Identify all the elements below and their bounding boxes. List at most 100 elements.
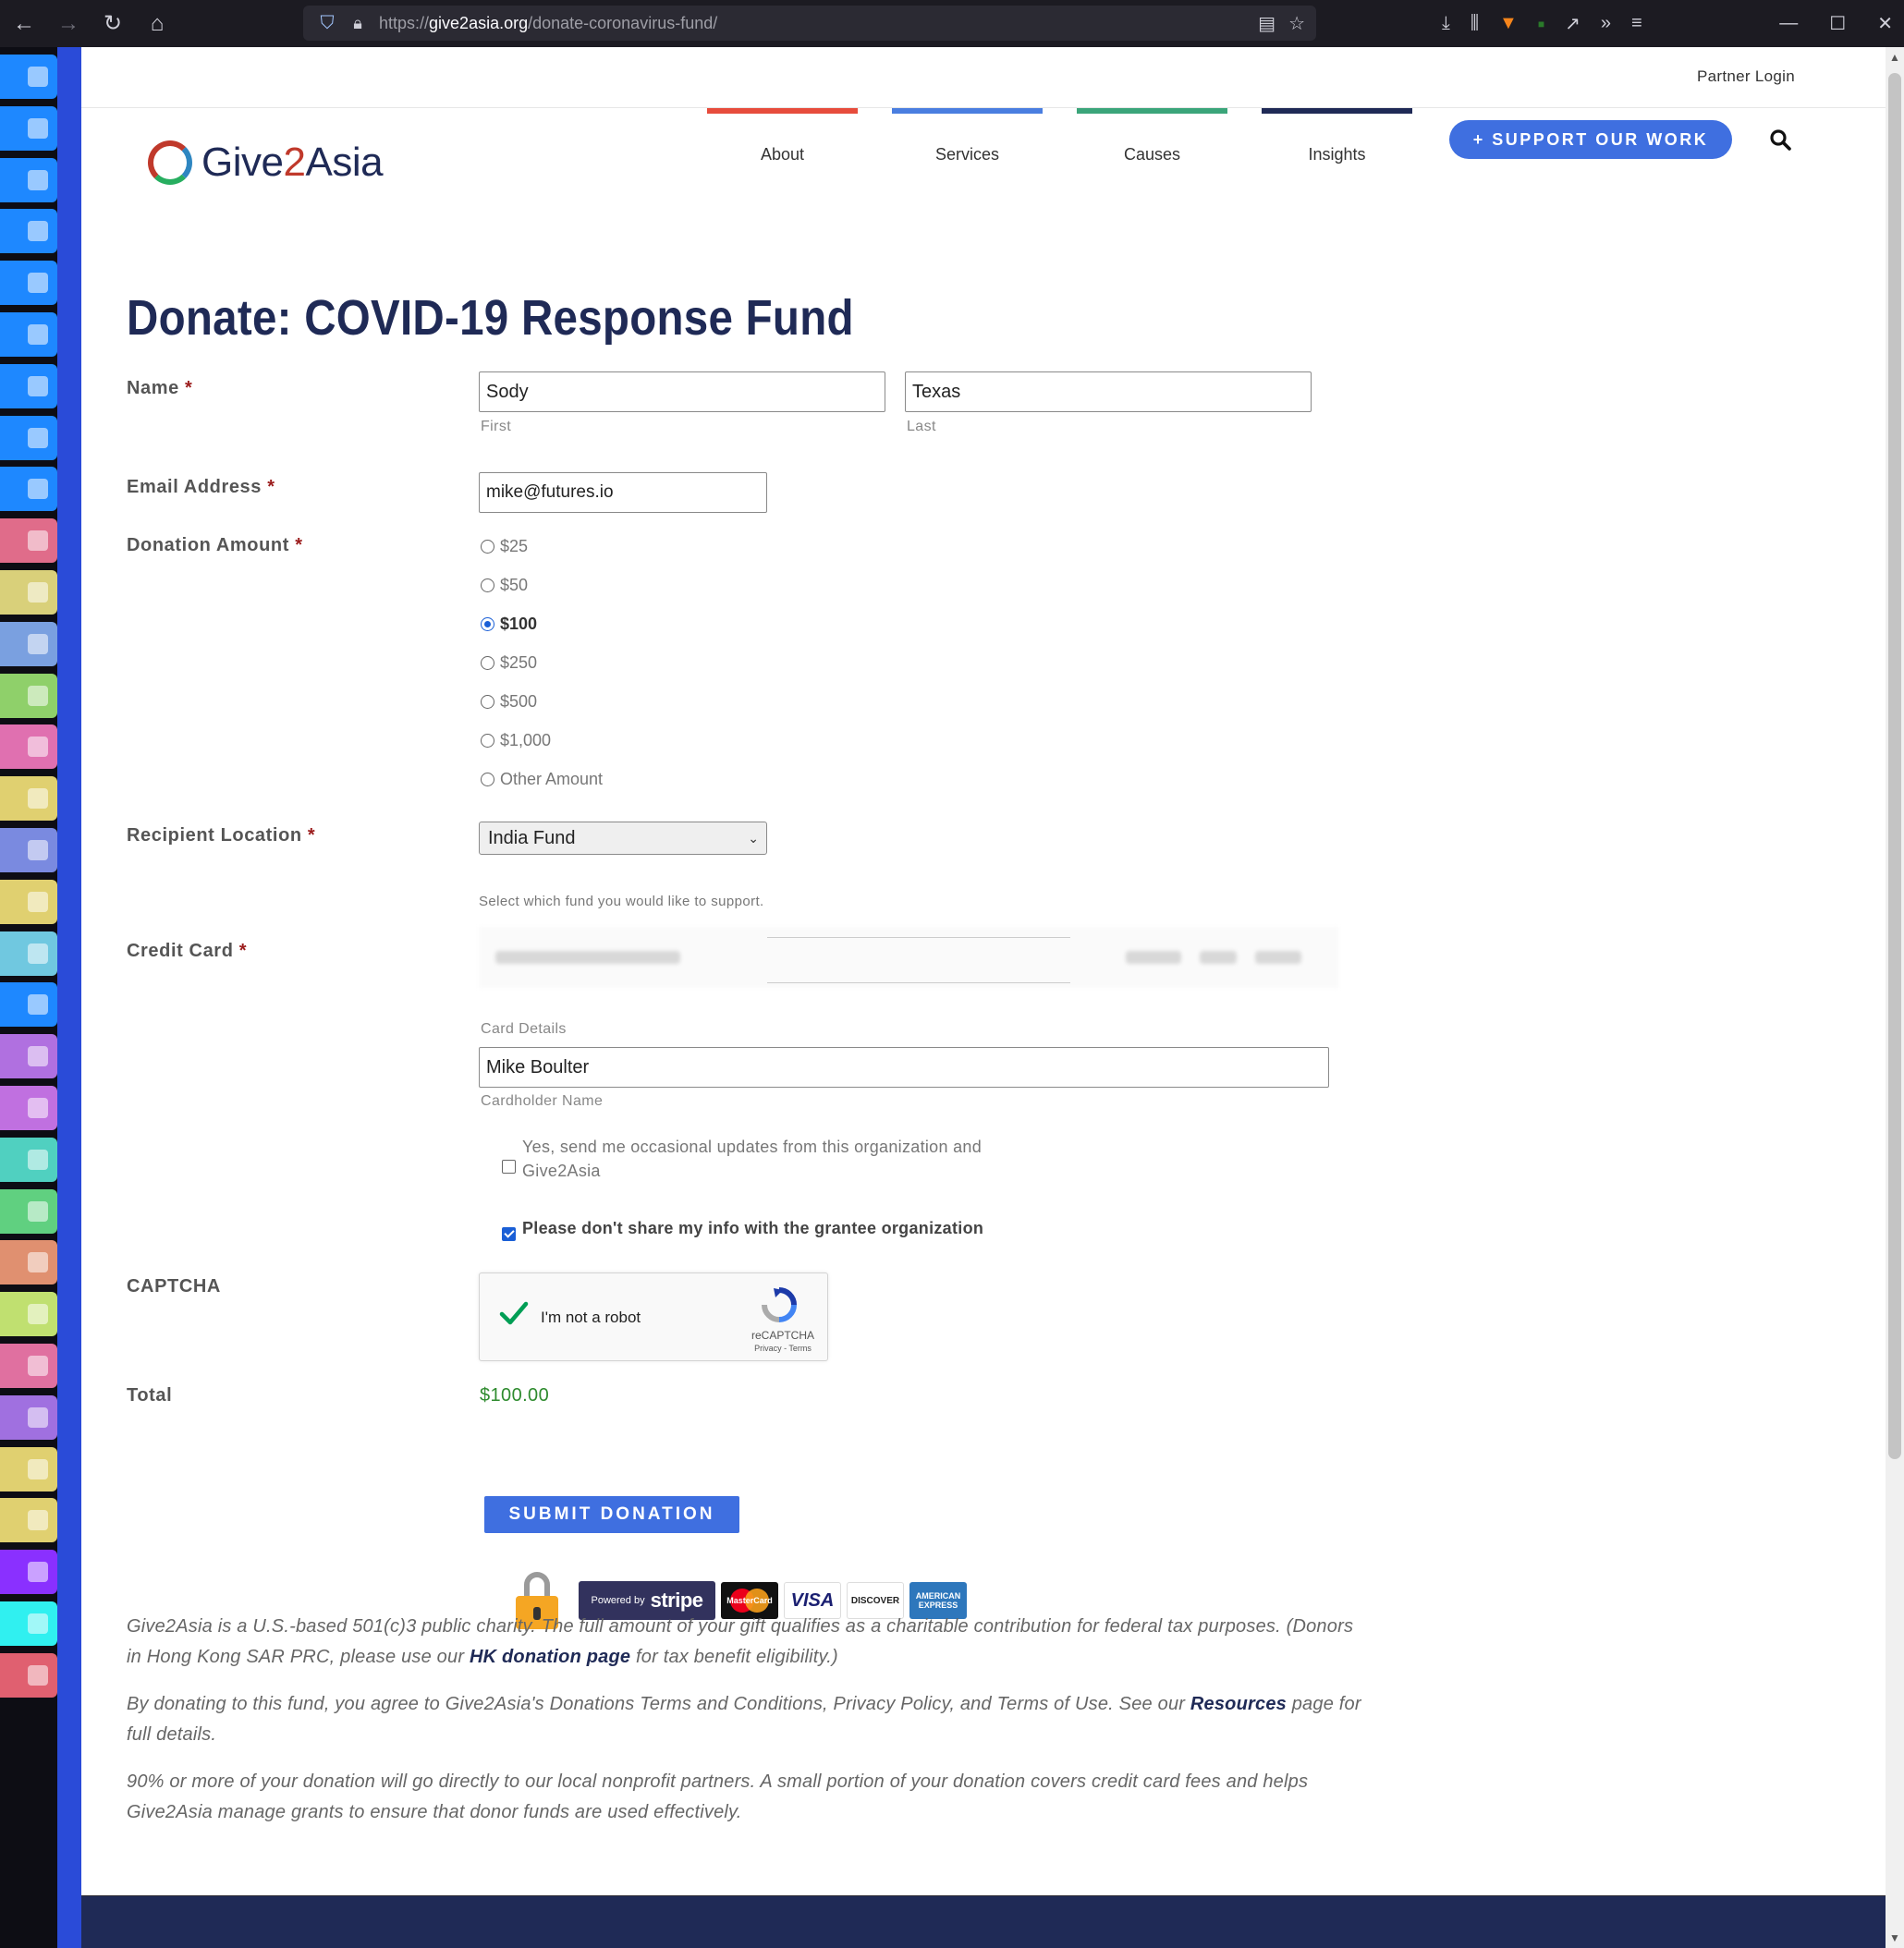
recaptcha-widget[interactable]: I'm not a robot reCAPTCHA Privacy - Term… <box>479 1272 828 1361</box>
donation-option-25[interactable]: $25 <box>481 537 528 556</box>
radio-button[interactable] <box>481 773 494 786</box>
side-tab[interactable] <box>0 261 57 306</box>
recaptcha-logo-icon <box>762 1287 797 1322</box>
donation-option-50[interactable]: $50 <box>481 576 528 595</box>
side-tab[interactable] <box>0 1394 57 1440</box>
minimize-icon[interactable]: — <box>1779 13 1798 34</box>
side-tab[interactable] <box>0 570 57 615</box>
side-tab[interactable] <box>0 1601 57 1646</box>
close-icon[interactable]: ✕ <box>1877 12 1893 35</box>
side-tab[interactable] <box>0 157 57 202</box>
side-tab[interactable] <box>0 1188 57 1234</box>
checkmark-icon[interactable] <box>498 1297 530 1329</box>
download-icon[interactable]: ⤓ <box>1442 13 1450 34</box>
donation-option-500[interactable]: $500 <box>481 692 537 712</box>
radio-button[interactable] <box>481 656 494 670</box>
side-tab[interactable] <box>0 1240 57 1285</box>
donation-option-100[interactable]: $100 <box>481 615 537 634</box>
submit-donation-button[interactable]: SUBMIT DONATION <box>484 1496 739 1533</box>
radio-button[interactable] <box>481 734 494 748</box>
radio-button[interactable] <box>481 695 494 709</box>
nav-causes[interactable]: Causes <box>1077 108 1227 173</box>
side-tab[interactable] <box>0 621 57 666</box>
main-nav: About Services Causes Insights <box>707 108 1446 173</box>
side-tab[interactable] <box>0 1446 57 1491</box>
nav-insights[interactable]: Insights <box>1262 108 1412 173</box>
address-bar[interactable]: ⛉ 🔒︎ https://give2asia.org/donate-corona… <box>303 6 1316 41</box>
side-tab[interactable] <box>0 312 57 357</box>
side-tab[interactable] <box>0 1086 57 1130</box>
side-tab[interactable] <box>0 1550 57 1595</box>
scroll-up-icon[interactable]: ▲ <box>1886 51 1904 64</box>
side-tab[interactable] <box>0 105 57 151</box>
opt-in-checkbox[interactable] <box>502 1160 516 1174</box>
radio-button[interactable] <box>481 540 494 554</box>
side-tab[interactable] <box>0 1344 57 1388</box>
radio-button-selected[interactable] <box>481 617 494 631</box>
forward-icon[interactable]: → <box>48 6 89 43</box>
overflow-icon[interactable]: » <box>1601 13 1611 34</box>
first-name-input[interactable]: Sody <box>479 371 885 412</box>
bookmark-star-icon[interactable]: ☆ <box>1288 12 1305 35</box>
side-tab[interactable] <box>0 467 57 512</box>
url-text[interactable]: https://give2asia.org/donate-coronavirus… <box>379 14 717 33</box>
back-icon[interactable]: ← <box>4 6 44 43</box>
side-tab[interactable] <box>0 673 57 718</box>
nav-services[interactable]: Services <box>892 108 1043 173</box>
side-tab[interactable] <box>0 879 57 924</box>
home-icon[interactable]: ⌂ <box>137 6 177 43</box>
side-tab[interactable] <box>0 776 57 822</box>
give2asia-logo[interactable]: Give2Asia <box>148 140 384 186</box>
side-tab[interactable] <box>0 209 57 254</box>
extension-icon[interactable]: ■ <box>1538 18 1544 30</box>
tab-favicon-icon <box>28 1149 48 1170</box>
nav-about[interactable]: About <box>707 108 858 173</box>
scrollbar-thumb[interactable] <box>1888 73 1901 1459</box>
card-details-field-blurred[interactable] <box>479 927 1338 988</box>
recaptcha-links[interactable]: Privacy - Terms <box>744 1344 822 1353</box>
cardholder-name-input[interactable]: Mike Boulter <box>479 1047 1329 1088</box>
lock-icon[interactable]: 🔒︎ <box>344 14 372 33</box>
side-tab[interactable] <box>0 724 57 770</box>
reload-icon[interactable]: ↻ <box>92 6 133 43</box>
side-tab[interactable] <box>0 1498 57 1543</box>
partner-login-link[interactable]: Partner Login <box>1697 67 1795 86</box>
maximize-icon[interactable]: ☐ <box>1829 12 1846 35</box>
tab-favicon-icon <box>28 840 48 860</box>
side-tab[interactable] <box>0 363 57 408</box>
fox-extension-icon[interactable]: ▼ <box>1499 13 1518 34</box>
opt-in-text: Yes, send me occasional updates from thi… <box>522 1138 983 1180</box>
resources-link[interactable]: Resources <box>1190 1694 1287 1714</box>
scroll-down-icon[interactable]: ▼ <box>1886 1931 1904 1944</box>
tab-favicon-icon <box>28 1613 48 1634</box>
hk-donation-link[interactable]: HK donation page <box>470 1647 630 1667</box>
last-name-input[interactable]: Texas <box>905 371 1312 412</box>
external-link-icon[interactable]: ↗ <box>1565 12 1581 35</box>
tracking-shield-icon[interactable]: ⛉ <box>311 13 344 34</box>
side-tab[interactable] <box>0 518 57 564</box>
donation-option-1000[interactable]: $1,000 <box>481 731 551 750</box>
side-tab[interactable] <box>0 1292 57 1337</box>
recipient-location-select[interactable]: India Fund ⌄ <box>479 822 767 855</box>
support-our-work-button[interactable]: + SUPPORT OUR WORK <box>1449 120 1732 159</box>
side-tab[interactable] <box>0 931 57 976</box>
side-tab[interactable] <box>0 1652 57 1698</box>
side-tab[interactable] <box>0 1034 57 1079</box>
tab-favicon-icon <box>28 1664 48 1686</box>
email-input[interactable]: mike@futures.io <box>479 472 767 513</box>
library-icon[interactable]: ⫼ <box>1471 13 1479 34</box>
donation-option-other[interactable]: Other Amount <box>481 770 603 789</box>
side-tab[interactable] <box>0 415 57 460</box>
side-tab[interactable] <box>0 1137 57 1182</box>
side-tab[interactable] <box>0 55 57 99</box>
page-scrollbar[interactable]: ▲ ▼ <box>1886 47 1904 1948</box>
side-tab[interactable] <box>0 982 57 1028</box>
radio-button[interactable] <box>481 578 494 592</box>
no-share-checkbox[interactable] <box>502 1227 516 1241</box>
search-icon[interactable] <box>1769 128 1791 151</box>
tab-favicon-icon <box>28 994 48 1016</box>
donation-option-250[interactable]: $250 <box>481 653 537 673</box>
reader-view-icon[interactable]: ▤ <box>1258 12 1275 35</box>
side-tab[interactable] <box>0 828 57 872</box>
menu-icon[interactable]: ≡ <box>1631 13 1642 34</box>
